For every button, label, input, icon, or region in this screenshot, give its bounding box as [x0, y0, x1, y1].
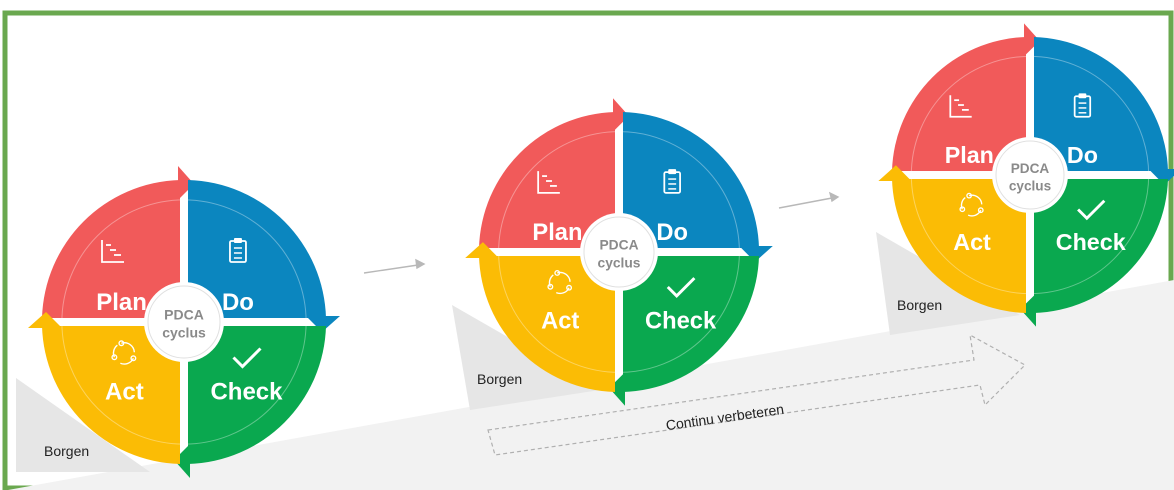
connector-arrow-2 — [778, 191, 840, 209]
check-label: Check — [645, 308, 717, 334]
center-label-line1: PDCA — [599, 238, 638, 253]
act-label: Act — [953, 229, 991, 255]
center-label-line2: cyclus — [1009, 178, 1051, 193]
plan-label: Plan — [96, 289, 147, 316]
center-label-line1: PDCA — [164, 307, 204, 323]
do-label: Do — [222, 289, 254, 316]
pdca-diagram: Continu verbeteren Borgen Borgen Borgen … — [2, 10, 1174, 490]
act-label: Act — [105, 378, 144, 405]
do-label: Do — [656, 220, 688, 246]
center-label-line2: cyclus — [598, 255, 641, 270]
borgen-label-2: Borgen — [477, 371, 522, 387]
borgen-label-3: Borgen — [897, 297, 942, 313]
center-label-line2: cyclus — [162, 325, 206, 341]
plan-label: Plan — [532, 220, 582, 246]
center-label-line1: PDCA — [1011, 161, 1050, 176]
act-label: Act — [541, 308, 579, 334]
check-label: Check — [1056, 229, 1126, 255]
check-label: Check — [210, 378, 283, 405]
connector-arrow-1 — [363, 258, 426, 274]
borgen-label-1: Borgen — [44, 443, 89, 459]
plan-label: Plan — [945, 142, 994, 168]
do-label: Do — [1067, 142, 1098, 168]
